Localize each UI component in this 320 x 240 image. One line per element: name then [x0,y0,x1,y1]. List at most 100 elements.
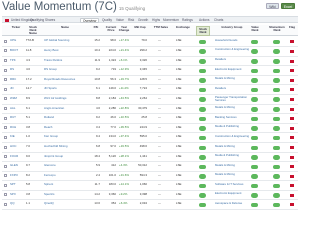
row-checkbox[interactable] [4,116,7,120]
ticker-link[interactable]: KIE [10,134,15,138]
column-header-p-e[interactable]: P/E [90,25,102,29]
company-name-link[interactable]: Kier Group [44,134,58,138]
industry-link[interactable]: Construction & Engineering [215,134,251,138]
row-checkbox[interactable] [4,97,7,100]
ticker-link[interactable]: RS [10,67,14,71]
row-checkbox[interactable] [4,39,7,43]
table-row[interactable]: JD 12.7 JD Sports 6.1 149.0 +11.2% 7,724 — LSE Re… [2,85,298,95]
table-row[interactable]: BOOT 11.8 Henry Boot 10.4 224.0 +21.4% 299.2 — L… [2,47,298,57]
qualifying-filter[interactable]: Qualifying Shares [30,17,55,23]
table-row[interactable]: HOC 7.0 Hochschild Mining 6.8 97.0 +19.5% 498.… [2,143,298,153]
company-name-link[interactable]: UP Global Sourcing [44,38,69,42]
tab-ratings[interactable]: Ratings [180,18,195,24]
industry-link[interactable]: Metals & Mining [215,163,251,167]
company-name-link[interactable]: QinetiQ [44,201,54,205]
ticker-link[interactable]: FXPO [10,173,18,177]
ticker-link[interactable]: RRC [10,77,16,81]
industry-link[interactable]: Construction & Engineering [215,47,251,51]
table-row[interactable]: WIZZ 8.9 Wizz Air Holdings 8.8 2,184 +43.5% 2,… [2,95,298,105]
row-checkbox[interactable] [4,193,7,196]
table-row[interactable]: SPT 5.8 Spirent 11.7 183.0 +14.1% 1,060 — LSE Sof… [2,181,298,191]
company-name-link[interactable]: Rutland [44,115,54,119]
column-header-mkt-cap[interactable]: Mkt Cap [133,25,147,29]
company-name-link[interactable]: Ferrexpo [44,173,56,177]
industry-link[interactable]: Metals & Mining [215,76,251,80]
column-header-flag[interactable]: Flag [288,25,296,29]
industry-link[interactable]: Media & Publishing [215,153,251,157]
column-header-current-price[interactable]: Current Price [105,25,117,32]
industry-link[interactable]: Banking Services [215,115,251,119]
ticker-link[interactable]: QQ [10,201,15,205]
row-checkbox[interactable] [4,107,7,110]
ticker-link[interactable]: HOC [10,144,16,148]
table-row[interactable]: RRC 17.2 Royal Roads Resources 10.8 56.3 +19.… [2,76,298,85]
company-name-link[interactable]: Wizz Air Holdings [44,96,67,100]
company-name-link[interactable]: Royal Roads Resources [44,77,75,81]
ticker-link[interactable]: AAL [10,106,15,110]
ticker-link[interactable]: RUT [10,115,16,119]
company-name-link[interactable]: RS Group [44,67,57,71]
row-checkbox[interactable] [4,126,7,129]
industry-link[interactable]: Electronic Equipment [215,67,251,71]
column-header-stock-rank-name[interactable]: Stock Rank Name [26,25,40,36]
company-name-link[interactable]: Spirent [44,182,53,186]
tab-momentum[interactable]: Momentum [161,18,181,24]
industry-link[interactable]: Software & IT Services [215,182,251,186]
column-header-ttm-sales[interactable]: TTM Sales [153,25,169,29]
column-header-industry-group[interactable]: Industry Group [219,25,245,29]
row-checkbox[interactable] [4,135,7,139]
industry-link[interactable]: Retailers [215,86,251,90]
column-header-year-change[interactable]: Year Change [118,25,130,32]
row-checkbox[interactable] [4,49,7,52]
ticker-link[interactable]: RCH [10,125,16,129]
industry-link[interactable]: Household Goods [215,38,251,42]
column-header-ticker[interactable]: Ticker [10,25,22,29]
tab-quality[interactable]: Quality [100,18,114,24]
row-checkbox[interactable] [4,145,7,149]
table-row[interactable]: AAL 6.1 Anglo American 4.6 2,280 +22.8% 30,479… [2,105,298,114]
table-row[interactable]: KIE 1.0 Kier Group 9.4 134.0 +37.4% 595.0 — LSE C… [2,133,298,143]
ticker-link[interactable]: UPG [10,38,16,42]
wiki-button[interactable]: Wiki [266,3,279,9]
industry-link[interactable]: Metals & Mining [215,105,251,109]
company-name-link[interactable]: Travis Perkins [44,58,62,62]
company-name-link[interactable]: Henry Boot [44,48,58,52]
table-row[interactable]: FOUR 9.6 4imprint Group 18.4 5,120 +28.1% 1,44… [2,153,298,162]
ticker-link[interactable]: TPK [10,58,16,62]
row-checkbox[interactable] [4,183,7,187]
tab-value[interactable]: Value [114,18,126,24]
company-name-link[interactable]: JD Sports [44,86,57,90]
table-row[interactable]: RS 4.6 RS Group 9.2 719 +12.9% 3,345 — LSE Electr… [2,66,298,76]
tab-risk[interactable]: Risk [126,18,136,24]
industry-link[interactable]: Electronic Equipment [215,191,251,195]
table-row[interactable]: TPK 4.3 Travis Perkins 11.9 1,324 +6.1% 3,326 —… [2,57,298,66]
ticker-link[interactable]: GLEN [10,163,18,167]
industry-link[interactable]: Metals & Mining [215,144,251,148]
row-checkbox[interactable] [4,59,7,62]
company-name-link[interactable]: Hochschild Mining [44,144,67,148]
industry-link[interactable]: Passenger Transportation Services [215,95,251,102]
tab-actions[interactable]: Actions [197,18,211,24]
column-header-stock-rank[interactable]: Stock Rank [196,26,210,37]
ticker-link[interactable]: JD [10,86,14,90]
ticker-link[interactable]: BOOT [10,48,18,52]
company-name-link[interactable]: Anglo American [44,106,64,110]
row-checkbox[interactable] [4,164,7,168]
column-header-momentum-rank[interactable]: Momentum Rank [268,25,286,32]
row-checkbox[interactable] [4,68,7,72]
table-row[interactable]: RCH 3.8 Reach 3.4 77.0 +39.5% 244.9 — LSE Media &… [2,124,298,133]
company-name-link[interactable]: Spectris [44,192,54,196]
row-checkbox[interactable] [4,87,7,91]
tab-growth[interactable]: Growth [136,18,150,24]
row-checkbox[interactable] [4,202,7,206]
ticker-link[interactable]: WIZZ [10,96,17,100]
row-checkbox[interactable] [4,174,7,177]
table-row[interactable]: GLEN 9.7 Glencore 5.9 412 +4.3% 50,312 — LSE Meta… [2,162,298,172]
industry-link[interactable]: Retailers [215,57,251,61]
industry-link[interactable]: Aerospace & Defense [215,201,251,205]
column-header-value-rank[interactable]: Value Rank [248,25,262,32]
excel-export-button[interactable]: Excel [281,3,295,9]
table-row[interactable]: SPX 3.8 Spectris 14.2 3,360 +9.2% 3,398 — LSE Ele… [2,191,298,200]
table-row[interactable]: RUT 5.1 Rutland 9.2 46.0 +10.5% 25.8 — LSE Bankin… [2,114,298,124]
company-name-link[interactable]: Reach [44,125,52,129]
